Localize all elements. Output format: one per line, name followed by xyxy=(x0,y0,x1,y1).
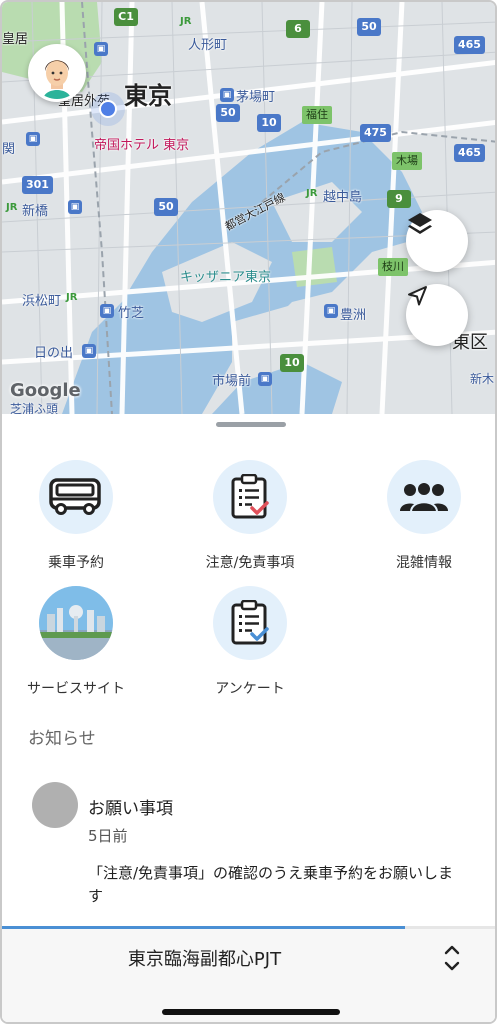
map-layers-button[interactable] xyxy=(406,210,468,272)
checklist-icon xyxy=(213,460,287,534)
menu-label: 混雑情報 xyxy=(396,555,452,571)
menu-item-disclaimer[interactable]: 注意/免責事項 xyxy=(170,460,330,572)
project-footer[interactable]: 東京臨海副都心PJT xyxy=(2,929,495,1022)
layers-icon xyxy=(408,213,432,234)
menu-label: 乗車予約 xyxy=(48,555,104,571)
news-date: 5日前 xyxy=(88,827,128,845)
chevron-up-down-icon xyxy=(444,945,460,971)
menu-item-congestion[interactable]: 混雑情報 xyxy=(344,460,495,572)
avatar-icon xyxy=(31,47,83,99)
project-switch-button[interactable] xyxy=(438,941,466,975)
survey-icon xyxy=(213,586,287,660)
home-indicator xyxy=(162,1009,340,1015)
map-label-kidzania: キッザニア東京 xyxy=(180,270,272,285)
project-name: 東京臨海副都心PJT xyxy=(127,949,282,970)
people-icon xyxy=(387,460,461,534)
news-avatar xyxy=(32,782,78,828)
current-location-dot xyxy=(99,100,117,118)
menu-label: 注意/免責事項 xyxy=(205,555,295,571)
menu-item-survey[interactable]: アンケート xyxy=(170,586,330,698)
menu-label: アンケート xyxy=(215,681,285,697)
menu-label: サービスサイト xyxy=(27,681,125,697)
city-photo-icon xyxy=(39,586,113,660)
sheet-drag-handle[interactable] xyxy=(216,422,286,427)
bus-icon xyxy=(39,460,113,534)
bottom-sheet: 乗車予約 注意/免責事項 混雑情報 サービスサイト アンケート お知らせ お願い… xyxy=(2,414,495,1022)
map-view[interactable]: C1 6 50 465 50 10 475 465 301 50 9 10 東京… xyxy=(2,2,495,414)
news-title: お願い事項 xyxy=(88,799,173,819)
news-body: 「注意/免責事項」の確認のうえ乗車予約をお願いします xyxy=(88,864,454,905)
navigation-arrow-icon xyxy=(408,286,427,306)
my-location-button[interactable] xyxy=(406,284,468,346)
menu-item-ride-reservation[interactable]: 乗車予約 xyxy=(2,460,156,572)
map-label-imperial-hotel: 帝国ホテル 東京 xyxy=(94,138,190,153)
map-label-tokyo: 東京 xyxy=(124,82,172,110)
app-screen: C1 6 50 465 50 10 475 465 301 50 9 10 東京… xyxy=(0,0,497,1024)
menu-item-service-site[interactable]: サービスサイト xyxy=(2,586,156,698)
user-avatar[interactable] xyxy=(28,44,86,102)
google-logo: Google xyxy=(10,380,81,401)
news-section-title: お知らせ xyxy=(28,729,96,749)
